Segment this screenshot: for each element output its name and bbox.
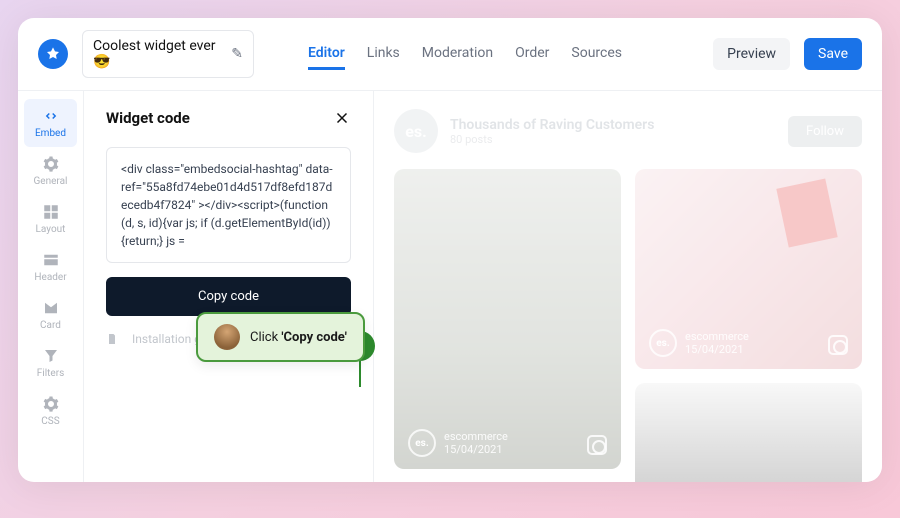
preview-button[interactable]: Preview (713, 38, 790, 70)
sidebar-item-label: Header (34, 272, 66, 283)
card-avatar: es. (408, 429, 436, 457)
sidebar-item-embed[interactable]: Embed (24, 99, 77, 147)
sidebar-item-label: Card (40, 320, 61, 331)
sale-tag (776, 178, 837, 247)
preview-card[interactable] (635, 383, 862, 482)
sidebar-item-general[interactable]: General (18, 147, 83, 195)
preview-card[interactable]: es. escommerce 15/04/2021 (394, 169, 621, 469)
sidebar-item-header[interactable]: Header (18, 243, 83, 291)
save-button[interactable]: Save (804, 38, 862, 70)
code-snippet-box[interactable]: <div class="embedsocial-hashtag" data-re… (106, 147, 351, 263)
panel-heading: Widget code (106, 109, 190, 127)
preview-title: Thousands of Raving Customers (450, 117, 654, 133)
gear-icon (42, 395, 60, 413)
sidebar-item-label: General (33, 176, 67, 187)
pencil-icon[interactable]: ✎ (231, 46, 243, 62)
brand-logo[interactable] (38, 39, 68, 69)
step-connector (359, 361, 361, 387)
sidebar-item-filters[interactable]: Filters (18, 339, 83, 387)
preview-header: es. Thousands of Raving Customers 80 pos… (394, 109, 862, 153)
preview-brand-avatar: es. (394, 109, 438, 153)
widget-preview: es. Thousands of Raving Customers 80 pos… (374, 91, 882, 482)
header-icon (42, 251, 60, 269)
sidebar-item-layout[interactable]: Layout (18, 195, 83, 243)
card-date: 15/04/2021 (444, 443, 508, 456)
preview-card[interactable]: es. escommerce 15/04/2021 (635, 169, 862, 369)
instagram-icon (587, 435, 607, 455)
card-user: escommerce (444, 430, 508, 443)
nav-order[interactable]: Order (515, 39, 549, 70)
doc-icon (106, 333, 118, 345)
sidebar-item-label: Embed (35, 128, 66, 139)
card-icon (42, 299, 60, 317)
copy-code-button[interactable]: Copy code (106, 277, 351, 316)
tutorial-text: Click 'Copy code' (250, 330, 347, 345)
nav-sources[interactable]: Sources (571, 39, 622, 70)
topbar: Coolest widget ever 😎 ✎ Editor Links Mod… (18, 18, 882, 91)
sidebar-item-label: Filters (37, 368, 65, 379)
sidebar-item-css[interactable]: CSS (18, 387, 83, 435)
main-nav: Editor Links Moderation Order Sources (308, 39, 622, 70)
sidebar-item-label: CSS (41, 416, 59, 427)
sidebar-item-card[interactable]: Card (18, 291, 83, 339)
preview-grid: es. escommerce 15/04/2021 es. (394, 169, 862, 482)
card-avatar: es. (649, 329, 677, 357)
widget-title-text: Coolest widget ever 😎 (93, 38, 225, 70)
embed-panel: Widget code <div class="embedsocial-hash… (84, 91, 374, 482)
nav-moderation[interactable]: Moderation (422, 39, 493, 70)
gear-icon (42, 155, 60, 173)
layout-icon (42, 203, 60, 221)
code-icon (42, 107, 60, 125)
widget-title-input[interactable]: Coolest widget ever 😎 ✎ (82, 30, 254, 78)
instagram-icon (828, 335, 848, 355)
nav-links[interactable]: Links (367, 39, 400, 70)
close-icon[interactable] (333, 109, 351, 127)
left-sidebar: Embed General Layout Header Card Filters (18, 91, 84, 482)
card-date: 15/04/2021 (685, 343, 749, 356)
tutorial-avatar (214, 324, 240, 350)
nav-editor[interactable]: Editor (308, 39, 345, 70)
follow-button[interactable]: Follow (788, 116, 862, 147)
filter-icon (42, 347, 60, 365)
card-user: escommerce (685, 330, 749, 343)
preview-subtitle: 80 posts (450, 133, 654, 146)
tutorial-callout: Click 'Copy code' (196, 312, 365, 362)
sidebar-item-label: Layout (36, 224, 66, 235)
